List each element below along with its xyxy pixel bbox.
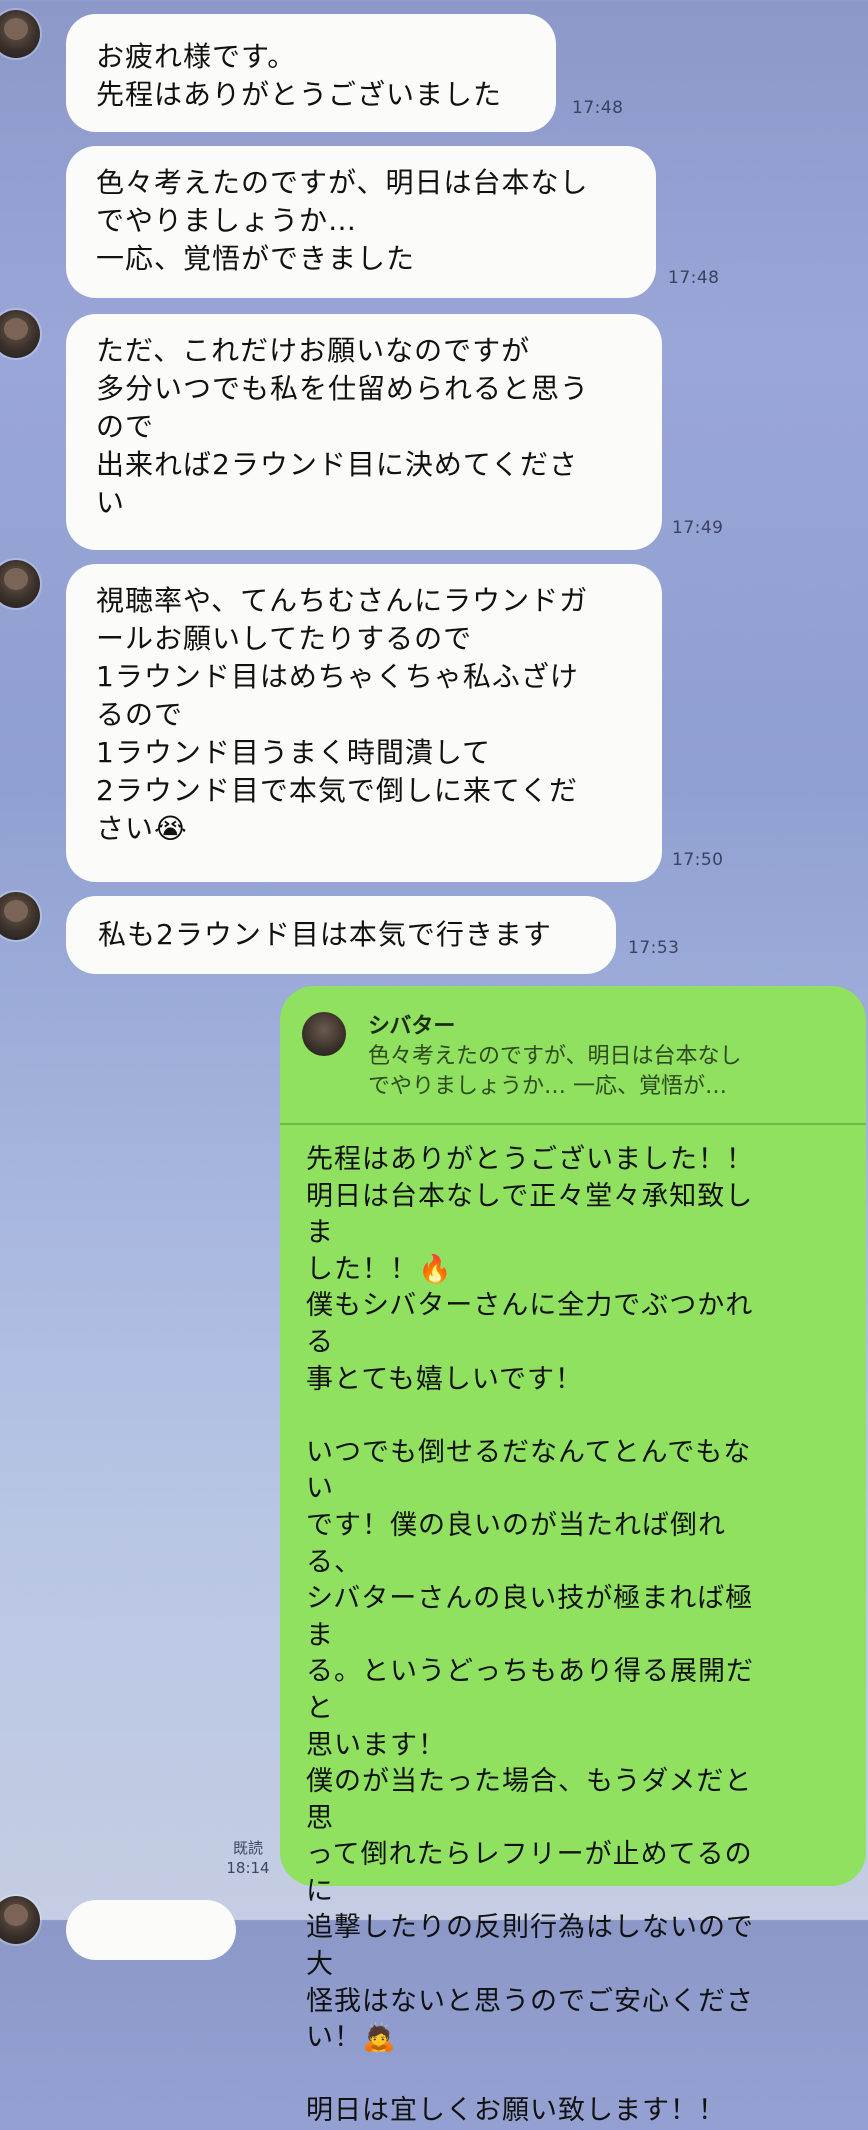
quoted-sender-name: シバター — [368, 1014, 456, 1039]
outgoing-message-bubble: シバター 色々考えたのですが、明日は台本なし でやりましょうか… 一応、覚悟が…… — [280, 986, 866, 2126]
read-label: 既読 — [232, 1839, 263, 1857]
read-receipt: 既読 18:14 — [218, 1838, 278, 1878]
divider — [280, 1123, 866, 1125]
avatar[interactable] — [0, 10, 40, 58]
avatar[interactable] — [0, 560, 40, 608]
avatar[interactable] — [0, 1896, 40, 1944]
message-bubble — [66, 1900, 236, 1960]
message-text: 先程はありがとうございました！！ 明日は台本なしで正々堂々承知致しま した！！🔥… — [306, 1144, 754, 2127]
message-bubble: 私も2ラウンド目は本気で行きます — [66, 896, 616, 974]
avatar[interactable] — [0, 310, 40, 358]
message-bubble: 視聴率や、てんちむさんにラウンドガ ールお願いしてたりするので 1ラウンド目はめ… — [66, 564, 662, 882]
quoted-reply[interactable]: シバター 色々考えたのですが、明日は台本なし でやりましょうか… 一応、覚悟が… — [302, 1008, 742, 1118]
message-time: 18:14 — [226, 1859, 270, 1877]
avatar — [302, 1012, 346, 1056]
message-time: 17:53 — [628, 938, 680, 958]
message-bubble: お疲れ様です。 先程はありがとうございました — [66, 14, 556, 132]
message-time: 17:50 — [672, 850, 724, 870]
quoted-message-text: 色々考えたのですが、明日は台本なし でやりましょうか… 一応、覚悟が… — [368, 1044, 742, 1099]
avatar[interactable] — [0, 892, 40, 940]
message-time: 17:48 — [572, 98, 624, 118]
message-time: 17:48 — [668, 268, 720, 288]
message-bubble: 色々考えたのですが、明日は台本なし でやりましょうか… 一応、覚悟ができました — [66, 146, 656, 298]
message-time: 17:49 — [672, 518, 724, 538]
message-bubble: ただ、これだけお願いなのですが 多分いつでも私を仕留められると思う ので 出来れ… — [66, 314, 662, 550]
